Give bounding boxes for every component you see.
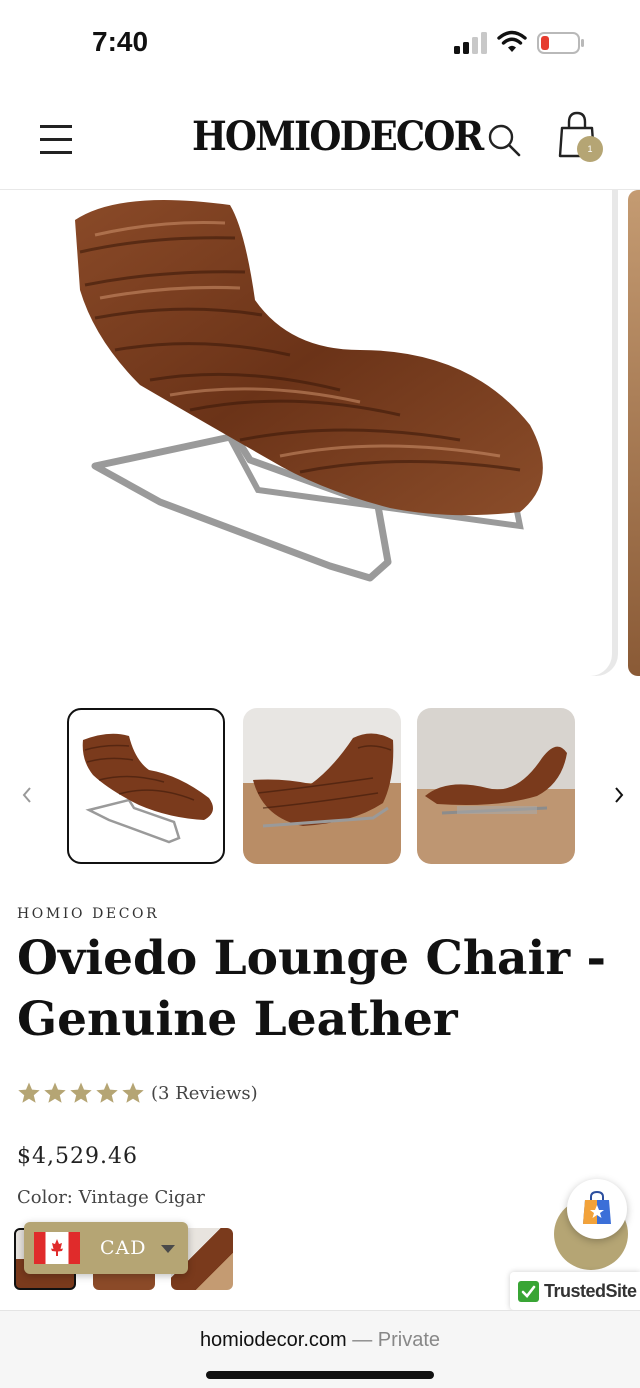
trustedsite-badge[interactable]: TrustedSite: [510, 1272, 640, 1310]
canada-flag-icon: [34, 1232, 80, 1264]
url-text[interactable]: homiodecor.com — Private: [0, 1329, 640, 1352]
next-image-peek[interactable]: [628, 190, 640, 676]
search-icon[interactable]: [486, 122, 522, 158]
lounge-chair-image: [75, 200, 543, 582]
wifi-icon: [497, 30, 527, 52]
site-logo[interactable]: HOMIODECOR: [192, 113, 484, 160]
product-rating[interactable]: (3 Reviews): [17, 1078, 258, 1108]
chevron-left-icon[interactable]: [17, 782, 37, 808]
star-icon: [44, 1082, 66, 1103]
product-title: Oviedo Lounge Chair - Genuine Leather: [17, 931, 606, 1047]
thumbnail-strip: [0, 706, 640, 868]
shopping-bag-star-icon: [583, 1190, 611, 1224]
menu-button[interactable]: [40, 123, 74, 155]
trustedsite-label: TrustedSite: [544, 1281, 637, 1301]
product-price: $4,529.46: [17, 1144, 138, 1169]
color-label: Color: Vintage Cigar: [17, 1187, 205, 1208]
thumbnail-3[interactable]: [417, 708, 575, 864]
site-header: HOMIODECOR: [0, 88, 640, 190]
caret-down-icon: [161, 1245, 175, 1253]
status-bar: 7:40: [0, 0, 640, 88]
chevron-right-icon[interactable]: [609, 782, 629, 808]
home-indicator[interactable]: [206, 1371, 434, 1379]
url-private-label: — Private: [346, 1329, 441, 1351]
main-product-image[interactable]: [0, 190, 612, 676]
thumbnail-1[interactable]: [67, 708, 225, 864]
lounge-chair-thumbnail: [82, 733, 213, 844]
url-domain: homiodecor.com: [199, 1329, 347, 1351]
product-vendor[interactable]: HOMIO DECOR: [17, 906, 159, 922]
currency-code: CAD: [100, 1237, 147, 1259]
star-icon: [122, 1082, 144, 1103]
lounge-chair-side-thumbnail: [425, 746, 567, 815]
currency-selector[interactable]: CAD: [24, 1222, 188, 1274]
cart-count-badge: 1: [577, 136, 603, 162]
signal-icon: [454, 32, 487, 54]
star-icon: [96, 1082, 118, 1103]
browser-url-bar[interactable]: homiodecor.com — Private: [0, 1310, 640, 1388]
star-icon: [18, 1082, 40, 1103]
star-icon: [70, 1082, 92, 1103]
thumbnail-2[interactable]: [243, 708, 401, 864]
status-time: 7:40: [92, 26, 149, 57]
battery-icon: [537, 32, 584, 54]
check-icon: [518, 1281, 539, 1302]
lounge-chair-room-thumbnail: [253, 733, 394, 828]
shop-app-button[interactable]: [567, 1179, 627, 1239]
reviews-link[interactable]: (3 Reviews): [151, 1083, 258, 1104]
